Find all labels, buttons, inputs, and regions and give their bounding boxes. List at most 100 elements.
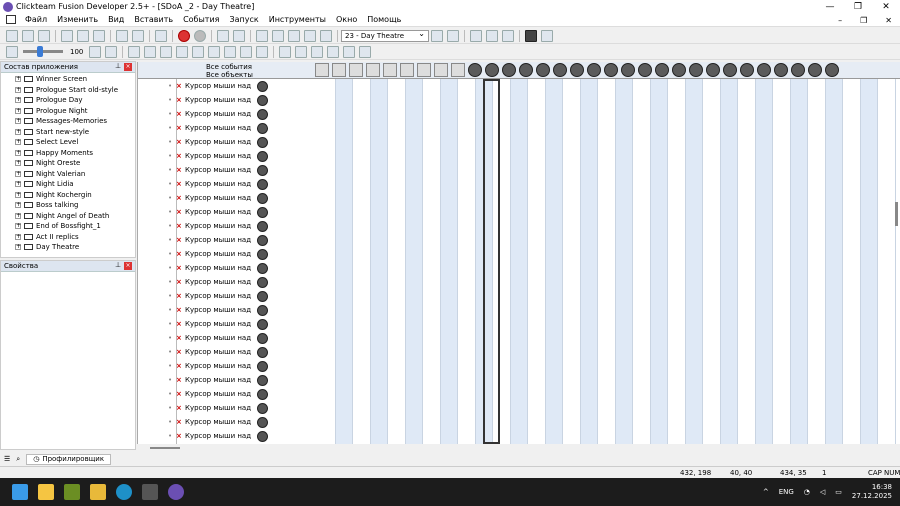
group-icon[interactable] xyxy=(160,45,173,58)
active-object-icon[interactable] xyxy=(485,63,499,77)
active-object-icon[interactable] xyxy=(536,63,550,77)
event-row[interactable]: • × Курсор мыши над xyxy=(168,345,316,359)
event-row[interactable]: • × Курсор мыши над xyxy=(168,149,316,163)
event-row[interactable]: • × Курсор мыши над xyxy=(168,79,316,93)
menu-window[interactable]: Окно xyxy=(331,15,362,24)
grid-icon[interactable] xyxy=(343,45,356,58)
explorer-icon[interactable] xyxy=(90,484,106,500)
window-menu-icon[interactable] xyxy=(502,29,514,42)
object-icon[interactable] xyxy=(208,45,221,58)
expand-icon[interactable]: + xyxy=(15,181,21,188)
text-object-icon[interactable] xyxy=(434,63,448,77)
expand-icon[interactable]: + xyxy=(15,139,21,146)
next-frame-icon[interactable] xyxy=(447,29,459,42)
active-object-icon[interactable] xyxy=(638,63,652,77)
event-row[interactable]: • × Курсор мыши над xyxy=(168,261,316,275)
event-row[interactable]: • × Курсор мыши над xyxy=(168,275,316,289)
minecraft-icon[interactable] xyxy=(64,484,80,500)
expand-icon[interactable]: + xyxy=(15,86,21,93)
mdi-close-button[interactable]: ✕ xyxy=(885,16,892,25)
frame-item[interactable]: + Night Oreste xyxy=(15,158,135,169)
chevron-up-icon[interactable]: ^ xyxy=(763,488,769,496)
tag-icon[interactable] xyxy=(327,45,340,58)
properties-icon[interactable] xyxy=(304,29,316,42)
frame-item[interactable]: + Prologue Start old-style xyxy=(15,85,135,96)
event-row[interactable]: • × Курсор мыши над xyxy=(168,317,316,331)
expand-icon[interactable]: + xyxy=(15,160,21,167)
event-row[interactable]: • × Курсор мыши над xyxy=(168,289,316,303)
zoom-icon[interactable] xyxy=(6,45,18,58)
active-object-icon[interactable] xyxy=(502,63,516,77)
expand-icon[interactable]: + xyxy=(15,118,21,125)
mdi-minimize-button[interactable]: – xyxy=(838,16,842,25)
counter-object-icon[interactable] xyxy=(451,63,465,77)
close-button[interactable]: ✕ xyxy=(872,0,900,13)
copy-icon[interactable] xyxy=(77,29,89,42)
frame-item[interactable]: + Happy Moments xyxy=(15,148,135,159)
window-layout-icon[interactable] xyxy=(470,29,482,42)
event-icon-1[interactable] xyxy=(89,45,102,58)
object-column[interactable] xyxy=(650,79,668,444)
event-row[interactable]: • × Курсор мыши над xyxy=(168,135,316,149)
search-icon[interactable]: ⌕ xyxy=(16,455,20,464)
object-column[interactable] xyxy=(545,79,563,444)
open-icon[interactable] xyxy=(22,29,34,42)
mdi-restore-button[interactable]: ❐ xyxy=(860,16,867,25)
event-row[interactable]: • × Курсор мыши над xyxy=(168,163,316,177)
expand-icon[interactable]: + xyxy=(15,76,21,83)
menu-help[interactable]: Помощь xyxy=(362,15,406,24)
store-icon[interactable] xyxy=(38,484,54,500)
edge-icon[interactable] xyxy=(116,484,132,500)
active-object-icon[interactable] xyxy=(791,63,805,77)
redo-icon[interactable] xyxy=(132,29,144,42)
active-object-icon[interactable] xyxy=(825,63,839,77)
object-column[interactable] xyxy=(808,79,826,444)
object-column[interactable] xyxy=(633,79,651,444)
event-icon-2[interactable] xyxy=(105,45,118,58)
object-column[interactable] xyxy=(318,79,336,444)
expand-icon[interactable]: + xyxy=(15,202,21,209)
options-icon[interactable] xyxy=(359,45,372,58)
object-column[interactable] xyxy=(685,79,703,444)
expand-icon[interactable]: + xyxy=(15,97,21,104)
language-indicator[interactable]: ENG xyxy=(779,488,794,496)
save-icon[interactable] xyxy=(38,29,50,42)
event-list-icon[interactable] xyxy=(256,29,268,42)
help-icon[interactable] xyxy=(155,29,167,42)
active-object-icon[interactable] xyxy=(689,63,703,77)
active-object-icon[interactable] xyxy=(519,63,533,77)
layout-icon[interactable]: ☰ xyxy=(4,455,10,463)
event-row[interactable]: • × Курсор мыши над xyxy=(168,177,316,191)
paste-icon[interactable] xyxy=(93,29,105,42)
frame-select[interactable]: 23 - Day Theatre xyxy=(341,29,429,42)
fullscreen-icon[interactable] xyxy=(525,29,537,42)
menu-file[interactable]: Файл xyxy=(20,15,52,24)
expand-icon[interactable]: + xyxy=(15,191,21,198)
object-column[interactable] xyxy=(563,79,581,444)
cut-icon[interactable] xyxy=(61,29,73,42)
expand-icon[interactable]: + xyxy=(15,233,21,240)
menu-run[interactable]: Запуск xyxy=(224,15,263,24)
document-icon[interactable] xyxy=(6,15,16,24)
list-icon[interactable] xyxy=(256,45,269,58)
frame-item[interactable]: + Winner Screen xyxy=(15,74,135,85)
frame-item[interactable]: + Act II replics xyxy=(15,232,135,243)
object-column[interactable] xyxy=(703,79,721,444)
object-column[interactable] xyxy=(790,79,808,444)
minimize-button[interactable]: — xyxy=(816,0,844,13)
clock[interactable]: 16:38 27.12.2025 xyxy=(852,483,892,501)
object-column[interactable] xyxy=(668,79,686,444)
event-row[interactable]: • × Курсор мыши над xyxy=(168,247,316,261)
frame-item[interactable]: + End of Bossfight_1 xyxy=(15,221,135,232)
event-row[interactable]: • × Курсор мыши над xyxy=(168,415,316,429)
active-object-icon[interactable] xyxy=(706,63,720,77)
tab-profiler[interactable]: ◷ Профилировщик xyxy=(26,453,112,465)
frame-item[interactable]: + Messages-Memories xyxy=(15,116,135,127)
zoom-slider[interactable] xyxy=(23,46,63,57)
sort-icon[interactable] xyxy=(295,45,308,58)
checkerboard-icon[interactable] xyxy=(192,45,205,58)
event-row[interactable]: • × Курсор мыши над xyxy=(168,331,316,345)
menu-edit[interactable]: Изменить xyxy=(52,15,103,24)
active-object-icon[interactable] xyxy=(740,63,754,77)
frame-item[interactable]: + Night Kochergin xyxy=(15,190,135,201)
